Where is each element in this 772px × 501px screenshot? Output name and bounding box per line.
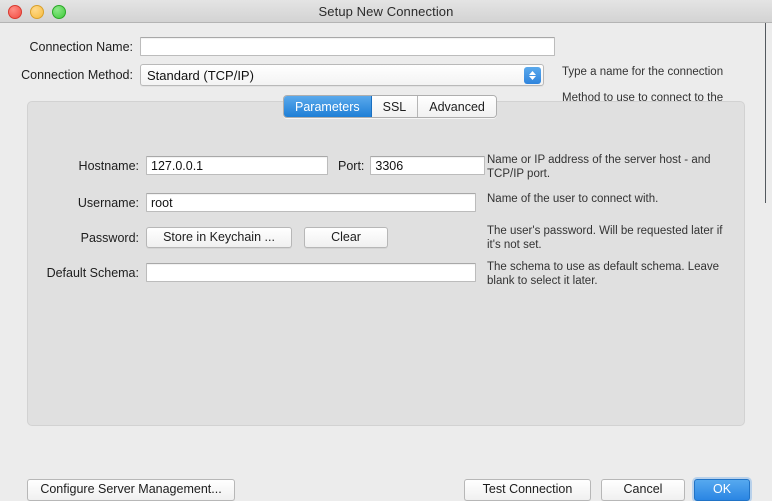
hostname-input[interactable]: 127.0.0.1	[146, 156, 328, 175]
connection-name-label: Connection Name:	[29, 39, 133, 54]
connection-name-input[interactable]	[140, 37, 555, 56]
connection-method-value: Standard (TCP/IP)	[147, 67, 254, 83]
tab-advanced[interactable]: Advanced	[418, 96, 496, 117]
chevron-updown-icon[interactable]	[524, 67, 541, 84]
connection-method-select[interactable]: Standard (TCP/IP)	[140, 64, 544, 86]
window-controls	[8, 5, 66, 19]
close-button[interactable]	[8, 5, 22, 19]
password-hint: The user's password. Will be requested l…	[487, 225, 723, 251]
username-input[interactable]: root	[146, 193, 476, 212]
minimize-button[interactable]	[30, 5, 44, 19]
default-schema-hint: The schema to use as default schema. Lea…	[487, 261, 720, 287]
connection-method-label: Connection Method:	[21, 68, 133, 82]
hostname-row: Hostname: 127.0.0.1 Port: 3306	[28, 156, 486, 175]
dialog-body: Connection Name: Type a name for the con…	[0, 23, 772, 501]
tab-parameters[interactable]: Parameters	[284, 96, 372, 117]
tab-bar: Parameters SSL Advanced	[283, 95, 497, 118]
username-hint: Name of the user to connect with.	[487, 193, 659, 205]
connection-name-hint: Type a name for the connection	[562, 66, 724, 78]
parameters-panel: Parameters SSL Advanced Hostname: 127.0.…	[27, 95, 745, 426]
password-row: Password: Store in Keychain ... Clear	[28, 227, 388, 248]
dialog-footer: Configure Server Management... Test Conn…	[0, 426, 772, 501]
username-label: Username:	[77, 195, 139, 210]
tab-ssl[interactable]: SSL	[371, 96, 419, 117]
test-connection-button[interactable]: Test Connection	[464, 479, 591, 501]
default-schema-label: Default Schema:	[46, 265, 139, 280]
configure-server-management-button[interactable]: Configure Server Management...	[27, 479, 235, 501]
default-schema-row: Default Schema:	[28, 263, 476, 282]
username-row: Username: root	[28, 193, 476, 212]
password-label: Password:	[80, 230, 139, 245]
hostname-hint: Name or IP address of the server host - …	[487, 154, 711, 180]
cancel-button[interactable]: Cancel	[601, 479, 685, 501]
port-input[interactable]: 3306	[370, 156, 486, 175]
default-schema-input[interactable]	[146, 263, 476, 282]
port-label: Port:	[338, 158, 365, 173]
hostname-label: Hostname:	[78, 158, 139, 173]
clear-password-button[interactable]: Clear	[304, 227, 388, 248]
connection-name-row: Connection Name:	[0, 37, 555, 56]
ok-button[interactable]: OK	[694, 479, 750, 501]
setup-new-connection-window: Setup New Connection Connection Name: Ty…	[0, 0, 772, 501]
zoom-button[interactable]	[52, 5, 66, 19]
window-titlebar: Setup New Connection	[0, 0, 772, 23]
window-title: Setup New Connection	[318, 3, 454, 19]
store-in-keychain-button[interactable]: Store in Keychain ...	[146, 227, 292, 248]
connection-method-row: Connection Method: Standard (TCP/IP)	[0, 64, 544, 86]
